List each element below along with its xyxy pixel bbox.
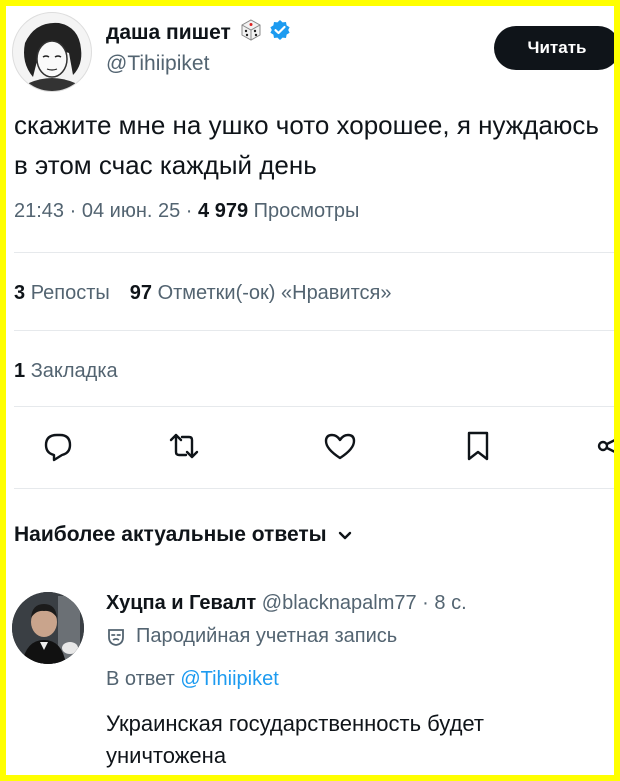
likes-stat[interactable]: 97 Отметки(-ок) «Нравится» <box>130 282 392 304</box>
tweet-date[interactable]: 04 июн. 25 <box>82 200 180 222</box>
likes-label: Отметки(-ок) «Нравится» <box>157 282 392 304</box>
views-count: 4 979 <box>198 200 249 222</box>
dice-icon <box>239 18 263 47</box>
author-name-row: даша пишет <box>106 18 291 47</box>
retweet-icon <box>169 433 199 459</box>
bookmarks-stat[interactable]: 1 Закладка <box>14 360 118 383</box>
likes-count: 97 <box>129 282 153 304</box>
bookmark-button[interactable] <box>456 424 500 468</box>
share-button[interactable] <box>591 424 614 468</box>
verified-badge-icon <box>269 19 291 46</box>
retweet-button[interactable] <box>162 424 206 468</box>
divider <box>14 330 614 331</box>
reposts-stat[interactable]: 3 Репосты <box>14 282 110 304</box>
reposts-count: 3 <box>14 282 26 304</box>
reply-text: Украинская государственность будет уничт… <box>106 711 484 768</box>
tweet-meta: 21:43 · 04 июн. 25 · 4 979 Просмотры <box>14 200 360 222</box>
reply-author-name[interactable]: Хуцпа и Гевалт <box>106 592 256 614</box>
parody-account-label: Пародийная учетная запись <box>106 625 397 648</box>
tweet-screenshot-frame: даша пишет @Tihiipiket Читать скажите мн… <box>6 6 614 775</box>
views-label: Просмотры <box>253 200 360 222</box>
divider <box>14 252 614 253</box>
divider <box>14 488 614 489</box>
share-icon <box>597 439 614 453</box>
reply-time[interactable]: 8 с. <box>434 592 466 614</box>
bookmark-icon <box>467 431 489 461</box>
reply-icon <box>44 433 72 462</box>
follow-button[interactable]: Читать <box>494 26 614 70</box>
replying-to-handle-link[interactable]: @Tihiipiket <box>180 668 278 690</box>
like-button[interactable] <box>318 424 362 468</box>
theater-mask-icon <box>106 627 126 647</box>
reply-header: Хуцпа и Гевалт @blacknapalm77 · 8 с. <box>106 592 467 614</box>
heart-icon <box>324 433 356 460</box>
author-handle[interactable]: @Tihiipiket <box>106 52 209 76</box>
tweet-time[interactable]: 21:43 <box>14 200 64 222</box>
reply-author-handle[interactable]: @blacknapalm77 <box>262 592 417 614</box>
tweet-text: скажите мне на ушко чото хорошее, я нужд… <box>14 110 599 180</box>
replies-sort-label: Наиболее актуальные ответы <box>14 523 327 546</box>
parody-label: Пародийная учетная запись <box>136 625 398 647</box>
bookmarks-label: Закладка <box>30 360 118 382</box>
reply-button[interactable] <box>36 424 80 468</box>
replying-to: В ответ @Tihiipiket <box>106 668 279 691</box>
bookmarks-count: 1 <box>14 360 26 382</box>
tweet-stats: 3 Репосты 97 Отметки(-ок) «Нравится» <box>14 282 392 305</box>
replying-to-prefix: В ответ <box>106 668 175 690</box>
divider <box>14 406 614 407</box>
chevron-down-icon <box>337 527 353 543</box>
reply-avatar[interactable] <box>12 592 84 664</box>
author-name[interactable]: даша пишет <box>106 21 231 45</box>
author-avatar[interactable] <box>12 12 92 92</box>
replies-sort-dropdown[interactable]: Наиболее актуальные ответы <box>14 523 353 547</box>
reposts-label: Репосты <box>30 282 110 304</box>
